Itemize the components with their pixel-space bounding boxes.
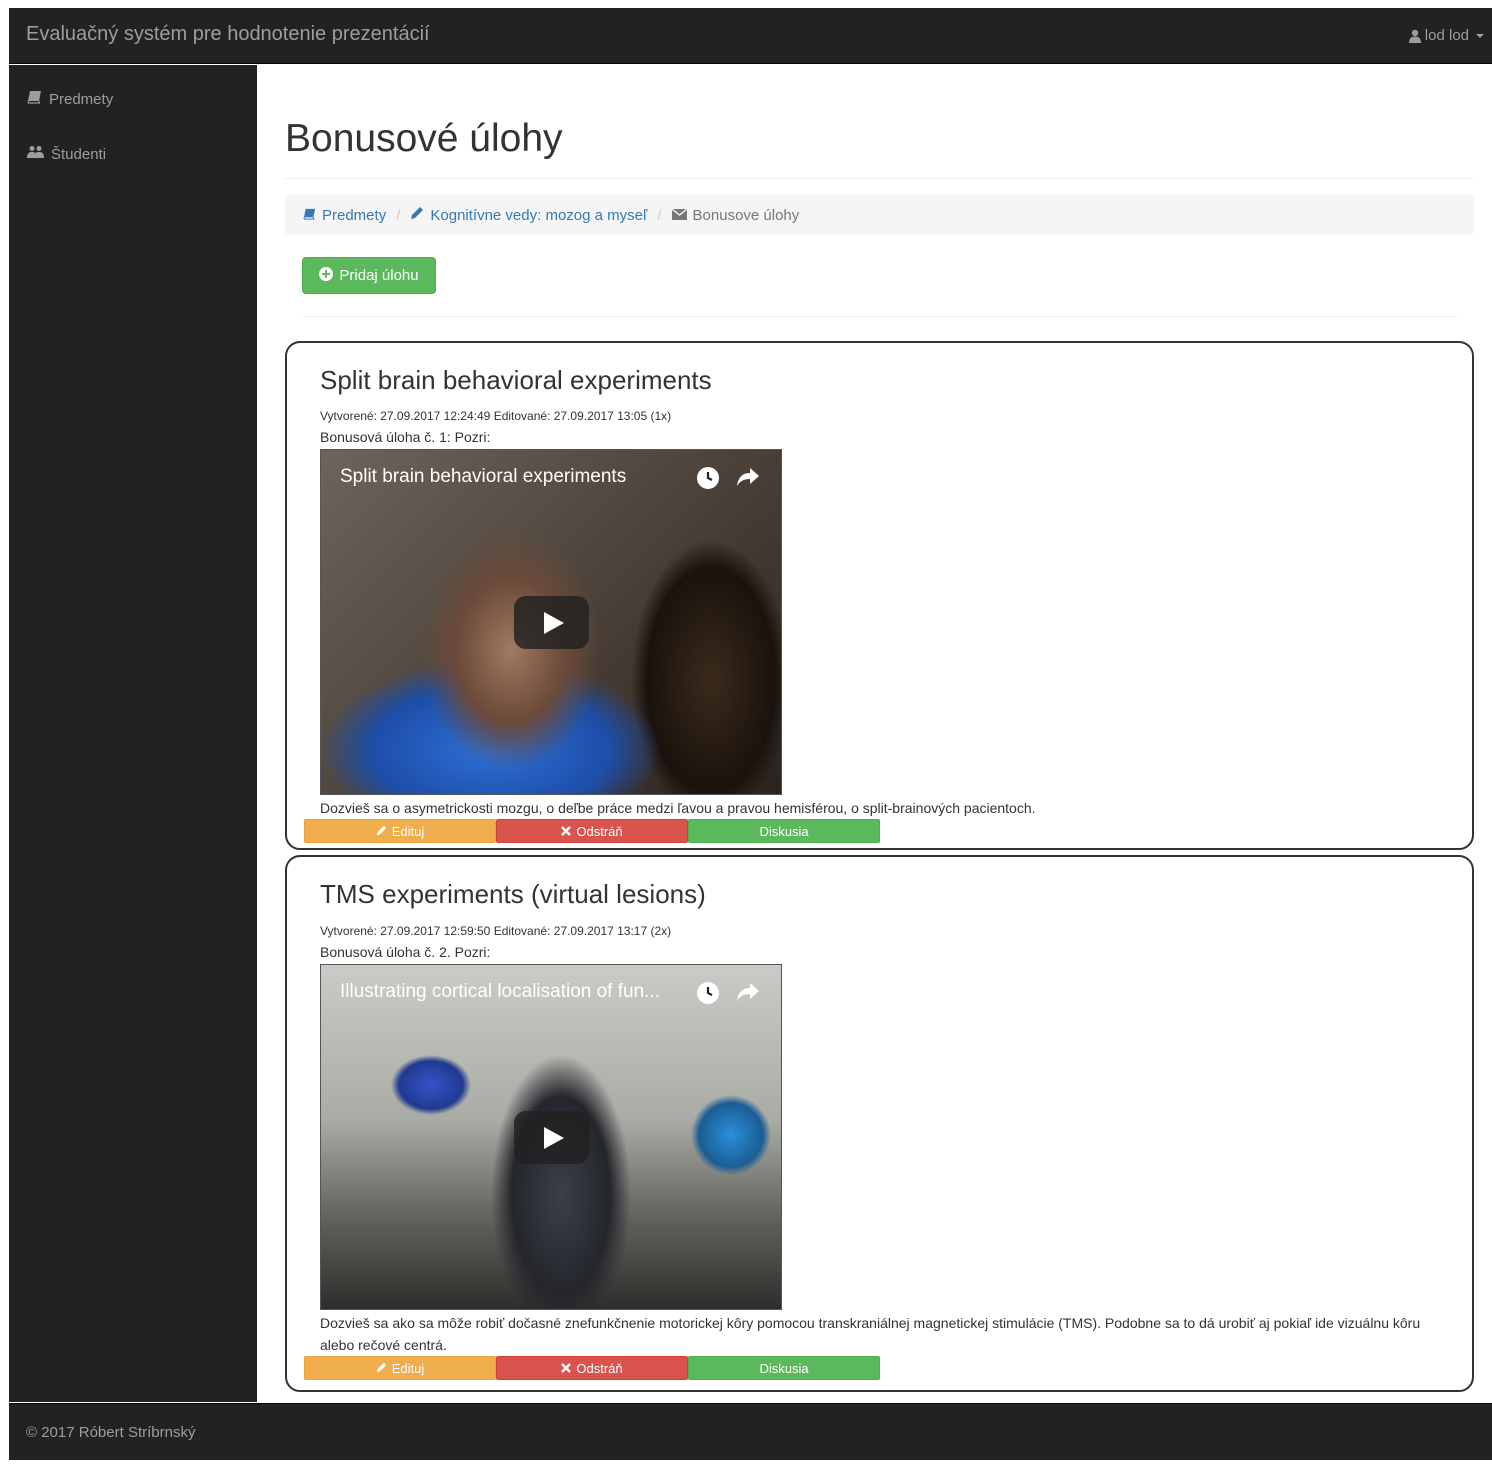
main-content: Bonusové úlohy Predmety / Kognitívne ved…	[257, 65, 1492, 1402]
close-icon	[561, 1361, 572, 1376]
breadcrumb-label: Kognitívne vedy: mozog a myseľ	[430, 206, 648, 224]
plus-circle-icon	[319, 266, 334, 285]
sidebar-item-label: Predmety	[49, 90, 114, 108]
task-intro: Bonusová úloha č. 2. Pozri:	[320, 944, 491, 960]
sidebar-item-label: Študenti	[51, 145, 107, 163]
book-icon	[27, 90, 42, 108]
task-meta: Vytvorené: 27.09.2017 12:59:50 Editované…	[320, 924, 672, 938]
footer-copyright: © 2017 Róbert Stríbrnský	[26, 1424, 196, 1441]
breadcrumb-item-course[interactable]: Kognitívne vedy: mozog a myseľ	[410, 206, 647, 224]
task-description: Dozvieš sa ako sa môže robiť dočasné zne…	[320, 1315, 1421, 1353]
add-task-label: Pridaj úlohu	[339, 267, 419, 284]
delete-label: Odstráň	[576, 823, 623, 839]
task-description: Dozvieš sa o asymetrickosti mozgu, o deľ…	[320, 800, 1036, 816]
delete-button[interactable]: Odstráň	[496, 1356, 688, 1380]
watch-later-icon[interactable]	[697, 467, 719, 489]
user-menu[interactable]: lod lod	[1408, 27, 1484, 44]
delete-label: Odstráň	[576, 1360, 623, 1376]
share-icon[interactable]	[736, 981, 760, 1008]
envelope-icon	[671, 207, 687, 224]
user-icon	[1408, 29, 1421, 43]
discussion-label: Diskusia	[759, 823, 809, 839]
task-title: Split brain behavioral experiments	[320, 365, 712, 395]
task-intro: Bonusová úloha č. 1: Pozri:	[320, 429, 491, 445]
edit-button[interactable]: Edituj	[304, 1356, 496, 1380]
play-button[interactable]	[514, 1111, 589, 1164]
play-button[interactable]	[514, 596, 589, 649]
sidebar-item-predmety[interactable]: Predmety	[27, 90, 113, 108]
task-card: Split brain behavioral experiments Vytvo…	[285, 341, 1474, 850]
edit-label: Edituj	[391, 1360, 425, 1376]
app-brand[interactable]: Evaluačný systém pre hodnotenie prezentá…	[26, 23, 430, 46]
video-title: Illustrating cortical localisation of fu…	[340, 981, 660, 1002]
top-navbar: Evaluačný systém pre hodnotenie prezentá…	[9, 8, 1492, 64]
book-icon	[303, 207, 316, 224]
sidebar-item-studenti[interactable]: Študenti	[27, 145, 106, 163]
task-actions: Edituj Odstráň Diskusia	[304, 1356, 880, 1380]
edit-button[interactable]: Edituj	[304, 819, 496, 843]
footer: © 2017 Róbert Stríbrnský	[9, 1403, 1492, 1460]
video-title: Split brain behavioral experiments	[340, 466, 627, 487]
divider	[285, 178, 1474, 179]
task-meta: Vytvorené: 27.09.2017 12:24:49 Editované…	[320, 409, 672, 423]
discussion-label: Diskusia	[759, 1360, 809, 1376]
pencil-icon	[410, 206, 424, 224]
breadcrumb-label: Bonusove úlohy	[692, 206, 800, 224]
edit-label: Edituj	[391, 823, 425, 839]
breadcrumb-separator: /	[657, 206, 662, 224]
video-embed[interactable]: Illustrating cortical localisation of fu…	[320, 964, 782, 1310]
discussion-button[interactable]: Diskusia	[688, 1356, 880, 1380]
breadcrumb-separator: /	[396, 206, 401, 224]
divider	[302, 316, 1457, 317]
task-actions: Edituj Odstráň Diskusia	[304, 819, 880, 843]
pencil-icon	[376, 1361, 387, 1376]
app-window: Evaluačný systém pre hodnotenie prezentá…	[9, 8, 1492, 1466]
delete-button[interactable]: Odstráň	[496, 819, 688, 843]
breadcrumb: Predmety / Kognitívne vedy: mozog a myse…	[285, 195, 1474, 235]
add-task-button[interactable]: Pridaj úlohu	[302, 257, 436, 294]
caret-down-icon	[1476, 33, 1484, 38]
breadcrumb-item-predmety[interactable]: Predmety	[303, 207, 386, 224]
discussion-button[interactable]: Diskusia	[688, 819, 880, 843]
breadcrumb-item-current: Bonusove úlohy	[671, 206, 800, 224]
breadcrumb-label: Predmety	[322, 206, 387, 224]
user-name: lod lod	[1424, 27, 1469, 44]
task-card: TMS experiments (virtual lesions) Vytvor…	[285, 855, 1474, 1392]
video-embed[interactable]: Split brain behavioral experiments	[320, 449, 782, 795]
share-icon[interactable]	[736, 466, 760, 493]
watch-later-icon[interactable]	[697, 982, 719, 1004]
task-title: TMS experiments (virtual lesions)	[320, 879, 706, 909]
close-icon	[561, 824, 572, 839]
sidebar: Predmety Študenti	[9, 65, 257, 1402]
page-title: Bonusové úlohy	[285, 117, 563, 160]
pencil-icon	[376, 824, 387, 839]
users-icon	[27, 145, 44, 163]
